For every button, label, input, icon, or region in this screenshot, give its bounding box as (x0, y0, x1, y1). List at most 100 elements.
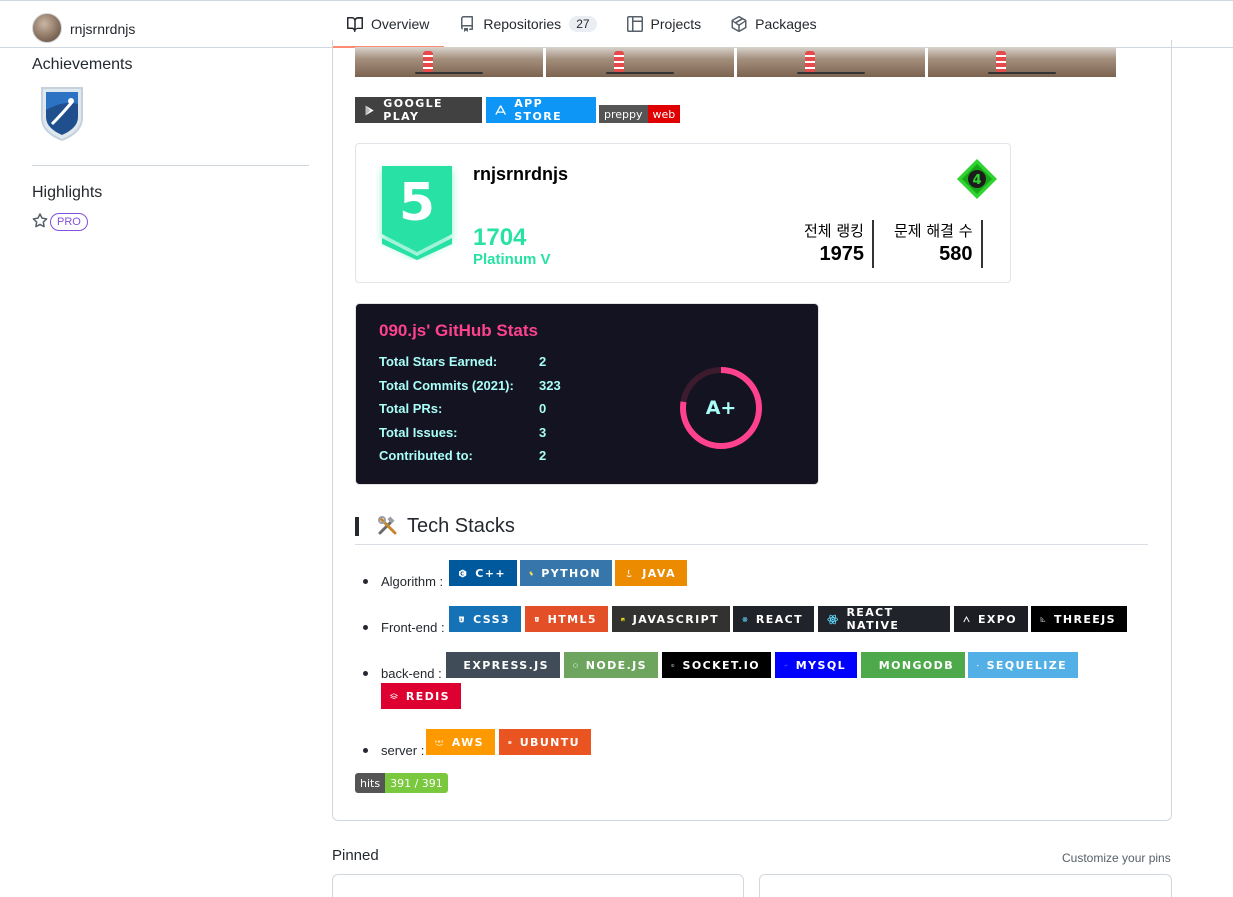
mysql-badge[interactable]: MYSQL (775, 652, 857, 678)
rank-value: 1975 (819, 243, 864, 265)
badge-label: SEQUELIZE (986, 658, 1067, 672)
express-badge[interactable]: ex EXPRESS.JS (446, 652, 560, 678)
list-bullet (363, 748, 368, 753)
hits-label: hits (355, 773, 386, 793)
stack-label: Front-end : (381, 620, 445, 635)
stat-value: 2 (539, 448, 547, 463)
stat-label: Contributed to: (379, 448, 473, 463)
redis-badge[interactable]: REDIS (381, 683, 461, 709)
svg-text:C: C (460, 571, 465, 577)
javascript-icon: JS (621, 617, 624, 621)
stat-value: 3 (539, 425, 547, 440)
avatar[interactable] (32, 13, 62, 43)
nodejs-badge[interactable]: NODE.JS (564, 652, 658, 678)
java-badge[interactable]: JAVA (615, 560, 687, 586)
expo-icon (963, 615, 970, 622)
expo-badge[interactable]: EXPO (954, 606, 1028, 632)
achievements-heading[interactable]: Achievements (32, 56, 133, 74)
tier-shield-icon: 5 (382, 166, 452, 260)
app-screenshot (737, 47, 925, 77)
react-badge[interactable]: REACT (733, 606, 814, 632)
achievement-badge-icon[interactable] (38, 84, 86, 142)
stat-value: 323 (539, 378, 561, 393)
solvedac-rating: 1704 (473, 224, 527, 251)
mongodb-badge[interactable]: MONGODB (861, 652, 965, 678)
badge-label: THREEJS (1053, 612, 1116, 626)
hits-value: 391 / 391 (385, 773, 448, 793)
badge-label: MYSQL (795, 658, 846, 672)
project-icon (626, 16, 643, 32)
badge-label: JAVA (642, 566, 676, 580)
google-play-icon (365, 105, 374, 115)
threejs-badge[interactable]: THREEJS (1031, 606, 1127, 632)
github-stats-title: 090.js' GitHub Stats (379, 321, 538, 340)
star-icon (32, 213, 48, 228)
list-bullet (363, 579, 368, 584)
python-icon (529, 571, 533, 575)
tab-label: Repositories (483, 16, 562, 32)
badge-label: REACT (755, 612, 803, 626)
grade-ring: A+ (680, 367, 762, 449)
google-play-badge[interactable]: GOOGLE PLAY (355, 97, 482, 123)
stat-label: Total Commits (2021): (379, 378, 514, 393)
grade-text: A+ (706, 397, 737, 419)
badge-label: EXPRESS.JS (463, 658, 549, 672)
html5-badge[interactable]: 5 HTML5 (525, 606, 608, 632)
quote-bar (355, 517, 359, 536)
preppy-web-badge[interactable]: preppy web (599, 105, 681, 123)
hits-counter-badge[interactable]: hits 391 / 391 (355, 773, 448, 793)
badge-label: GOOGLE PLAY (383, 97, 443, 123)
class-badge-icon: 4 (957, 159, 997, 199)
pinned-repo-card[interactable] (759, 874, 1172, 897)
repo-count-badge: 27 (569, 16, 597, 32)
sequelize-badge[interactable]: SEQUELIZE (968, 652, 1078, 678)
sidebar-divider (32, 165, 309, 166)
book-icon (347, 16, 363, 32)
threejs-icon (1040, 616, 1046, 622)
tab-label: Overview (371, 16, 430, 32)
app-store-icon (495, 104, 506, 115)
mysql-icon (784, 664, 788, 666)
badge-label: PYTHON (541, 566, 601, 580)
javascript-badge[interactable]: JS JAVASCRIPT (612, 606, 730, 632)
rank-stat: 전체 랭킹 1975 (804, 220, 874, 268)
sequelize-icon (977, 664, 979, 666)
stat-label: Total Issues: (379, 425, 458, 440)
app-store-badge[interactable]: APP STORE (486, 97, 596, 123)
css3-badge[interactable]: 3 CSS3 (449, 606, 521, 632)
stack-label: Algorithm : (381, 574, 444, 589)
github-stats-card[interactable]: 090.js' GitHub Stats Total Stars Earned:… (355, 303, 819, 485)
solved-label: 문제 해결 수 (894, 222, 973, 240)
badge-label: REACT NATIVE (846, 606, 900, 632)
list-bullet (363, 625, 368, 630)
tab-label: Projects (650, 16, 702, 32)
pinned-repo-card[interactable] (332, 874, 744, 897)
react-icon (742, 616, 748, 622)
cpp-badge[interactable]: C C++ (449, 560, 517, 586)
solved-count-stat: 문제 해결 수 580 (894, 220, 983, 268)
solvedac-card[interactable]: 5 rnjsrnrdnjs 1704 Platinum V 4 전체 랭킹 19… (355, 143, 1011, 283)
socketio-badge[interactable]: SOCKET.IO (662, 652, 771, 678)
python-badge[interactable]: PYTHON (520, 560, 612, 586)
ubuntu-badge[interactable]: UBUNTU (499, 729, 591, 755)
package-icon (731, 16, 747, 32)
badge-label: APP STORE (514, 97, 562, 123)
stat-label: Total Stars Earned: (379, 354, 498, 369)
badge-label: C++ (475, 566, 506, 580)
react-native-badge[interactable]: REACT NATIVE (818, 606, 950, 632)
nodejs-icon (573, 662, 578, 668)
heading-underline (355, 544, 1148, 545)
badge-label: EXPO (977, 612, 1017, 626)
aws-badge[interactable]: aws AWS (426, 729, 495, 755)
highlights-heading: Highlights (32, 184, 103, 201)
rank-label: 전체 랭킹 (804, 222, 864, 240)
profile-username[interactable]: rnjsrnrdnjs (70, 21, 135, 37)
badge-label: HTML5 (547, 612, 597, 626)
badge-label: MONGODB (878, 658, 954, 672)
stat-label: Total PRs: (379, 401, 443, 416)
svg-text:aws: aws (435, 739, 444, 743)
tech-stacks-heading: Tech Stacks (407, 515, 515, 537)
customize-pins-link[interactable]: Customize your pins (1062, 851, 1171, 865)
ubuntu-icon (508, 740, 512, 744)
badge-label: AWS (451, 735, 484, 749)
